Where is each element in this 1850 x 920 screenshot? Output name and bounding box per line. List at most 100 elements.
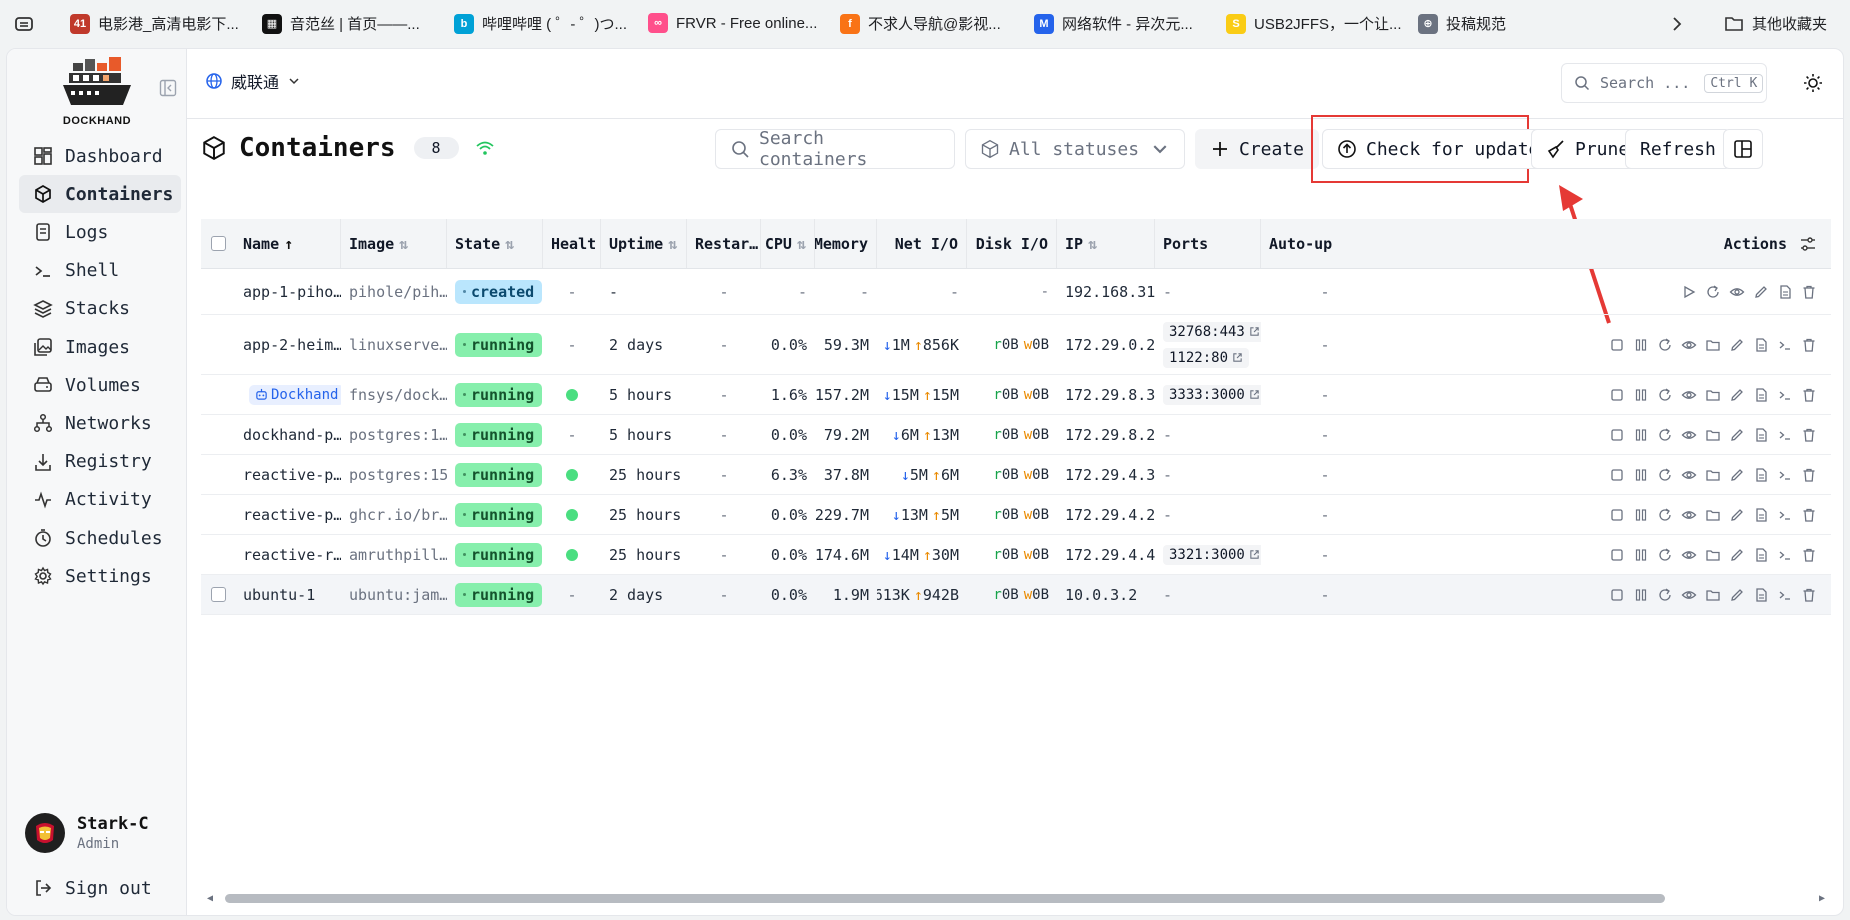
bookmark-item[interactable]: S USB2JFFS，一个让... [1226, 13, 1402, 34]
row-checkbox[interactable] [210, 587, 226, 602]
inspect-eye-icon[interactable] [1681, 547, 1697, 563]
column-header-ports[interactable]: Ports [1155, 219, 1261, 268]
container-name-cell[interactable]: app-2-heim… [235, 315, 341, 374]
port-link[interactable]: 3333:3000 [1163, 384, 1261, 405]
column-header-name[interactable]: Name ↑ [235, 219, 341, 268]
table-row[interactable]: ubuntu-1 ubuntu:jam… running - 2 days - 0.0% 1.… [201, 575, 1831, 615]
sidebar-item-settings[interactable]: Settings [19, 557, 181, 595]
horizontal-scrollbar[interactable]: ◀ ▶ [201, 891, 1831, 905]
container-name-cell[interactable]: reactive-p… [235, 495, 341, 534]
stop-icon[interactable] [1609, 587, 1625, 603]
logs-file-icon[interactable] [1753, 467, 1769, 483]
pause-icon[interactable] [1633, 387, 1649, 403]
pause-icon[interactable] [1633, 507, 1649, 523]
logs-file-icon[interactable] [1753, 387, 1769, 403]
delete-trash-icon[interactable] [1801, 337, 1817, 353]
user-profile[interactable]: Stark-C Admin [25, 813, 149, 853]
edit-icon[interactable] [1729, 507, 1745, 523]
container-name-cell[interactable]: app-1-piho… [235, 269, 341, 314]
container-name-cell[interactable]: Dockhand [235, 375, 341, 414]
sidebar-item-dashboard[interactable]: Dashboard [19, 137, 181, 175]
column-header-memory[interactable]: Memory [815, 219, 877, 268]
browse-files-icon[interactable] [1705, 587, 1721, 603]
sidebar-item-registry[interactable]: Registry [19, 443, 181, 481]
container-name-cell[interactable]: ubuntu-1 [235, 575, 341, 614]
delete-trash-icon[interactable] [1801, 467, 1817, 483]
pause-icon[interactable] [1633, 337, 1649, 353]
column-header-disk-i-o[interactable]: Disk I/O [967, 219, 1057, 268]
edit-icon[interactable] [1729, 547, 1745, 563]
inspect-eye-icon[interactable] [1681, 507, 1697, 523]
pause-icon[interactable] [1633, 467, 1649, 483]
column-header-restar[interactable]: Restar… [687, 219, 761, 268]
select-all-checkbox[interactable] [210, 236, 226, 251]
restart-icon[interactable] [1657, 507, 1673, 523]
sign-out-button[interactable]: Sign out [19, 869, 181, 907]
inspect-eye-icon[interactable] [1729, 284, 1745, 300]
edit-icon[interactable] [1729, 467, 1745, 483]
container-name-cell[interactable]: reactive-p… [235, 455, 341, 494]
table-row[interactable]: dockhand-p… postgres:1… running - 5 hours - 0.… [201, 415, 1831, 455]
status-filter-select[interactable]: All statuses [965, 129, 1185, 169]
terminal-icon[interactable] [1777, 427, 1793, 443]
bookmark-item[interactable]: ⊕ 投稿规范 [1418, 13, 1506, 34]
port-link[interactable]: 3321:3000 [1163, 544, 1261, 565]
delete-trash-icon[interactable] [1801, 284, 1817, 300]
column-header-actions[interactable]: Actions [1631, 219, 1831, 268]
sidebar-item-schedules[interactable]: Schedules [19, 519, 181, 557]
terminal-icon[interactable] [1777, 507, 1793, 523]
container-search-input[interactable]: Search containers [715, 128, 955, 170]
global-search[interactable]: Search ... Ctrl K [1561, 63, 1767, 103]
restart-icon[interactable] [1657, 467, 1673, 483]
sort-icon[interactable]: ⇅ [399, 235, 408, 253]
column-header-state[interactable]: State ⇅ [447, 219, 543, 268]
logs-file-icon[interactable] [1753, 587, 1769, 603]
delete-trash-icon[interactable] [1801, 387, 1817, 403]
bookmarks-more-chevron-icon[interactable] [1668, 14, 1686, 34]
scroll-left-icon[interactable]: ◀ [207, 893, 213, 904]
sidebar-item-activity[interactable]: Activity [19, 481, 181, 519]
scrollbar-thumb[interactable] [225, 894, 1665, 903]
theme-toggle-sun-icon[interactable] [1803, 73, 1823, 93]
bookmark-item[interactable]: ∞ FRVR - Free online... [648, 13, 817, 33]
table-row[interactable]: app-1-piho… pihole/pih… created - - - - - - -192.… [201, 269, 1831, 315]
pause-icon[interactable] [1633, 547, 1649, 563]
column-layout-button[interactable] [1723, 129, 1763, 169]
bookmark-item[interactable]: M 网络软件 - 异次元... [1034, 13, 1193, 34]
other-bookmarks-folder[interactable]: 其他收藏夹 [1724, 13, 1827, 34]
terminal-icon[interactable] [1777, 337, 1793, 353]
inspect-eye-icon[interactable] [1681, 427, 1697, 443]
logs-file-icon[interactable] [1753, 337, 1769, 353]
collapse-sidebar-icon[interactable] [159, 79, 177, 97]
edit-icon[interactable] [1729, 387, 1745, 403]
pause-icon[interactable] [1633, 427, 1649, 443]
sort-icon[interactable]: ⇅ [505, 235, 514, 253]
inspect-eye-icon[interactable] [1681, 337, 1697, 353]
restart-icon[interactable] [1657, 427, 1673, 443]
browse-files-icon[interactable] [1705, 337, 1721, 353]
table-row[interactable]: Dockhand fnsys/dock… running 5 hours - 1.6% 15… [201, 375, 1831, 415]
column-header-cpu[interactable]: CPU ⇅ [761, 219, 815, 268]
stop-icon[interactable] [1609, 547, 1625, 563]
terminal-icon[interactable] [1777, 387, 1793, 403]
tab-list-icon[interactable] [14, 14, 34, 34]
browse-files-icon[interactable] [1705, 427, 1721, 443]
table-row[interactable]: reactive-r… amruthpill… running 25 hours - 0.… [201, 535, 1831, 575]
refresh-button[interactable]: Refresh [1625, 129, 1731, 169]
sidebar-item-networks[interactable]: Networks [19, 404, 181, 442]
logs-file-icon[interactable] [1753, 507, 1769, 523]
column-header-ip[interactable]: IP ⇅ [1057, 219, 1155, 268]
inspect-eye-icon[interactable] [1681, 587, 1697, 603]
table-row[interactable]: reactive-p… postgres:15 running 25 hours - 6.… [201, 455, 1831, 495]
sort-icon[interactable]: ⇅ [1088, 235, 1097, 253]
edit-icon[interactable] [1729, 427, 1745, 443]
play-icon[interactable] [1681, 284, 1697, 300]
inspect-eye-icon[interactable] [1681, 467, 1697, 483]
sidebar-item-images[interactable]: Images [19, 328, 181, 366]
restart-icon[interactable] [1705, 284, 1721, 300]
stop-icon[interactable] [1609, 387, 1625, 403]
terminal-icon[interactable] [1777, 547, 1793, 563]
check-for-updates-button[interactable]: Check for updates [1322, 129, 1566, 169]
column-header-auto-up[interactable]: Auto-up [1261, 219, 1389, 268]
column-header-image[interactable]: Image ⇅ [341, 219, 447, 268]
